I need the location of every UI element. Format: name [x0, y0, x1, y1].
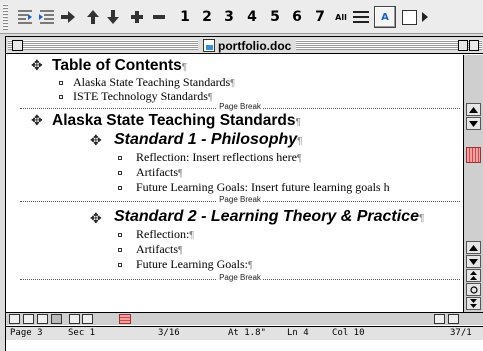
- window-title: portfolio.doc: [198, 38, 297, 53]
- document-window: portfolio.doc ✥ Table of Contents¶ Alask…: [5, 36, 483, 351]
- status-column: Col 10: [332, 328, 365, 338]
- show-all-button[interactable]: All: [333, 7, 349, 27]
- body-text-bullet-icon: [118, 171, 122, 175]
- demote-to-body-icon[interactable]: [60, 7, 76, 27]
- scroll-left-icon[interactable]: [69, 314, 80, 324]
- expand-heading-icon[interactable]: ✥: [31, 58, 43, 74]
- scroll-down-icon[interactable]: [466, 255, 481, 268]
- expand-icon[interactable]: [130, 7, 144, 27]
- body-text-bullet-icon: [118, 248, 122, 252]
- select-browse-object-icon[interactable]: [466, 283, 481, 296]
- scroll-down-icon[interactable]: [466, 117, 481, 130]
- show-level-3-button[interactable]: 3: [222, 7, 236, 27]
- body-text-bullet-icon: [118, 156, 122, 160]
- body-text-bullet-icon: [118, 233, 122, 237]
- body-text-bullet-icon: [59, 95, 63, 99]
- previous-page-icon[interactable]: [466, 269, 481, 282]
- window-titlebar[interactable]: portfolio.doc: [6, 37, 483, 54]
- vertical-scroll-thumb[interactable]: [466, 147, 481, 163]
- zoom-box-icon[interactable]: [458, 40, 480, 51]
- toolbar-grip[interactable]: [3, 4, 8, 30]
- page-break: Page Break: [20, 273, 460, 282]
- outline-body-text[interactable]: Artifacts¶: [136, 165, 183, 180]
- page-break: Page Break: [20, 102, 460, 111]
- horizontal-scroll-thumb[interactable]: [119, 314, 131, 324]
- status-word-count: 37/1: [450, 328, 472, 338]
- outline-body-text[interactable]: Future Learning Goals:¶: [136, 257, 253, 272]
- scroll-right-icon[interactable]: [448, 314, 459, 324]
- show-formatting-button[interactable]: A: [374, 6, 396, 28]
- outline-body-text[interactable]: ISTE Technology Standards¶: [73, 89, 212, 104]
- outline-heading-1[interactable]: Alaska State Teaching Standards¶: [52, 112, 301, 130]
- body-text-bullet-icon: [59, 81, 63, 85]
- normal-view-icon[interactable]: [9, 314, 20, 324]
- show-formatting-icon: A: [381, 11, 389, 23]
- outline-body-text[interactable]: Artifacts¶: [136, 242, 183, 257]
- outline-heading-2[interactable]: Standard 2 - Learning Theory & Practice¶: [114, 208, 424, 226]
- page-break: Page Break: [20, 195, 460, 204]
- master-document-icon[interactable]: [402, 10, 417, 25]
- show-level-6-button[interactable]: 6: [290, 7, 304, 27]
- show-level-7-button[interactable]: 7: [313, 7, 327, 27]
- status-page-count: 3/16: [158, 328, 180, 338]
- show-level-1-button[interactable]: 1: [178, 7, 192, 27]
- next-page-icon[interactable]: [466, 297, 481, 310]
- move-up-icon[interactable]: [86, 7, 100, 27]
- move-down-icon[interactable]: [106, 7, 120, 27]
- show-level-2-button[interactable]: 2: [200, 7, 214, 27]
- outline-body-text[interactable]: Reflection:¶: [136, 227, 194, 242]
- status-at: At 1.8": [228, 328, 266, 338]
- outline-view-icon[interactable]: [51, 314, 62, 324]
- word-document-icon: [203, 39, 215, 52]
- outline-body-text[interactable]: Reflection: Insert reflections here¶: [136, 150, 301, 165]
- promote-icon[interactable]: [16, 7, 34, 27]
- toolbar-more-icon[interactable]: [420, 7, 430, 27]
- outline-body-text[interactable]: Alaska State Teaching Standards¶: [73, 75, 235, 90]
- status-line: Ln 4: [287, 328, 309, 338]
- online-layout-view-icon[interactable]: [23, 314, 34, 324]
- status-page: Page 3: [10, 328, 43, 338]
- show-level-4-button[interactable]: 4: [245, 7, 259, 27]
- close-box-icon[interactable]: [12, 40, 23, 51]
- page-layout-view-icon[interactable]: [37, 314, 48, 324]
- expand-heading-icon[interactable]: ✥: [90, 211, 102, 227]
- expand-heading-icon[interactable]: ✥: [31, 113, 43, 129]
- document-body[interactable]: ✥ Table of Contents¶ Alaska State Teachi…: [6, 55, 464, 312]
- window-title-text: portfolio.doc: [218, 38, 292, 53]
- outline-body-text[interactable]: Future Learning Goals: Insert future lea…: [136, 180, 390, 195]
- outline-heading-1[interactable]: Table of Contents¶: [52, 57, 187, 75]
- first-line-only-icon[interactable]: [352, 7, 370, 27]
- body-text-bullet-icon: [118, 186, 122, 190]
- expand-heading-icon[interactable]: ✥: [90, 133, 102, 149]
- show-level-5-button[interactable]: 5: [268, 7, 282, 27]
- vertical-scrollbar[interactable]: [463, 55, 483, 312]
- collapse-icon[interactable]: [152, 7, 166, 27]
- status-section: Sec 1: [68, 328, 96, 338]
- scroll-up-icon[interactable]: [466, 103, 481, 116]
- scroll-right-icon[interactable]: [82, 314, 93, 324]
- horizontal-scrollbar[interactable]: [6, 312, 483, 325]
- outline-heading-2[interactable]: Standard 1 - Philosophy¶: [114, 131, 303, 149]
- body-text-bullet-icon: [118, 263, 122, 267]
- status-bar: Page 3 Sec 1 3/16 At 1.8" Ln 4 Col 10 37…: [6, 326, 483, 340]
- demote-icon[interactable]: [38, 7, 56, 27]
- scroll-left-icon[interactable]: [434, 314, 445, 324]
- scroll-up-icon[interactable]: [466, 241, 481, 254]
- outline-toolbar: 1 2 3 4 5 6 7 All A: [0, 0, 483, 34]
